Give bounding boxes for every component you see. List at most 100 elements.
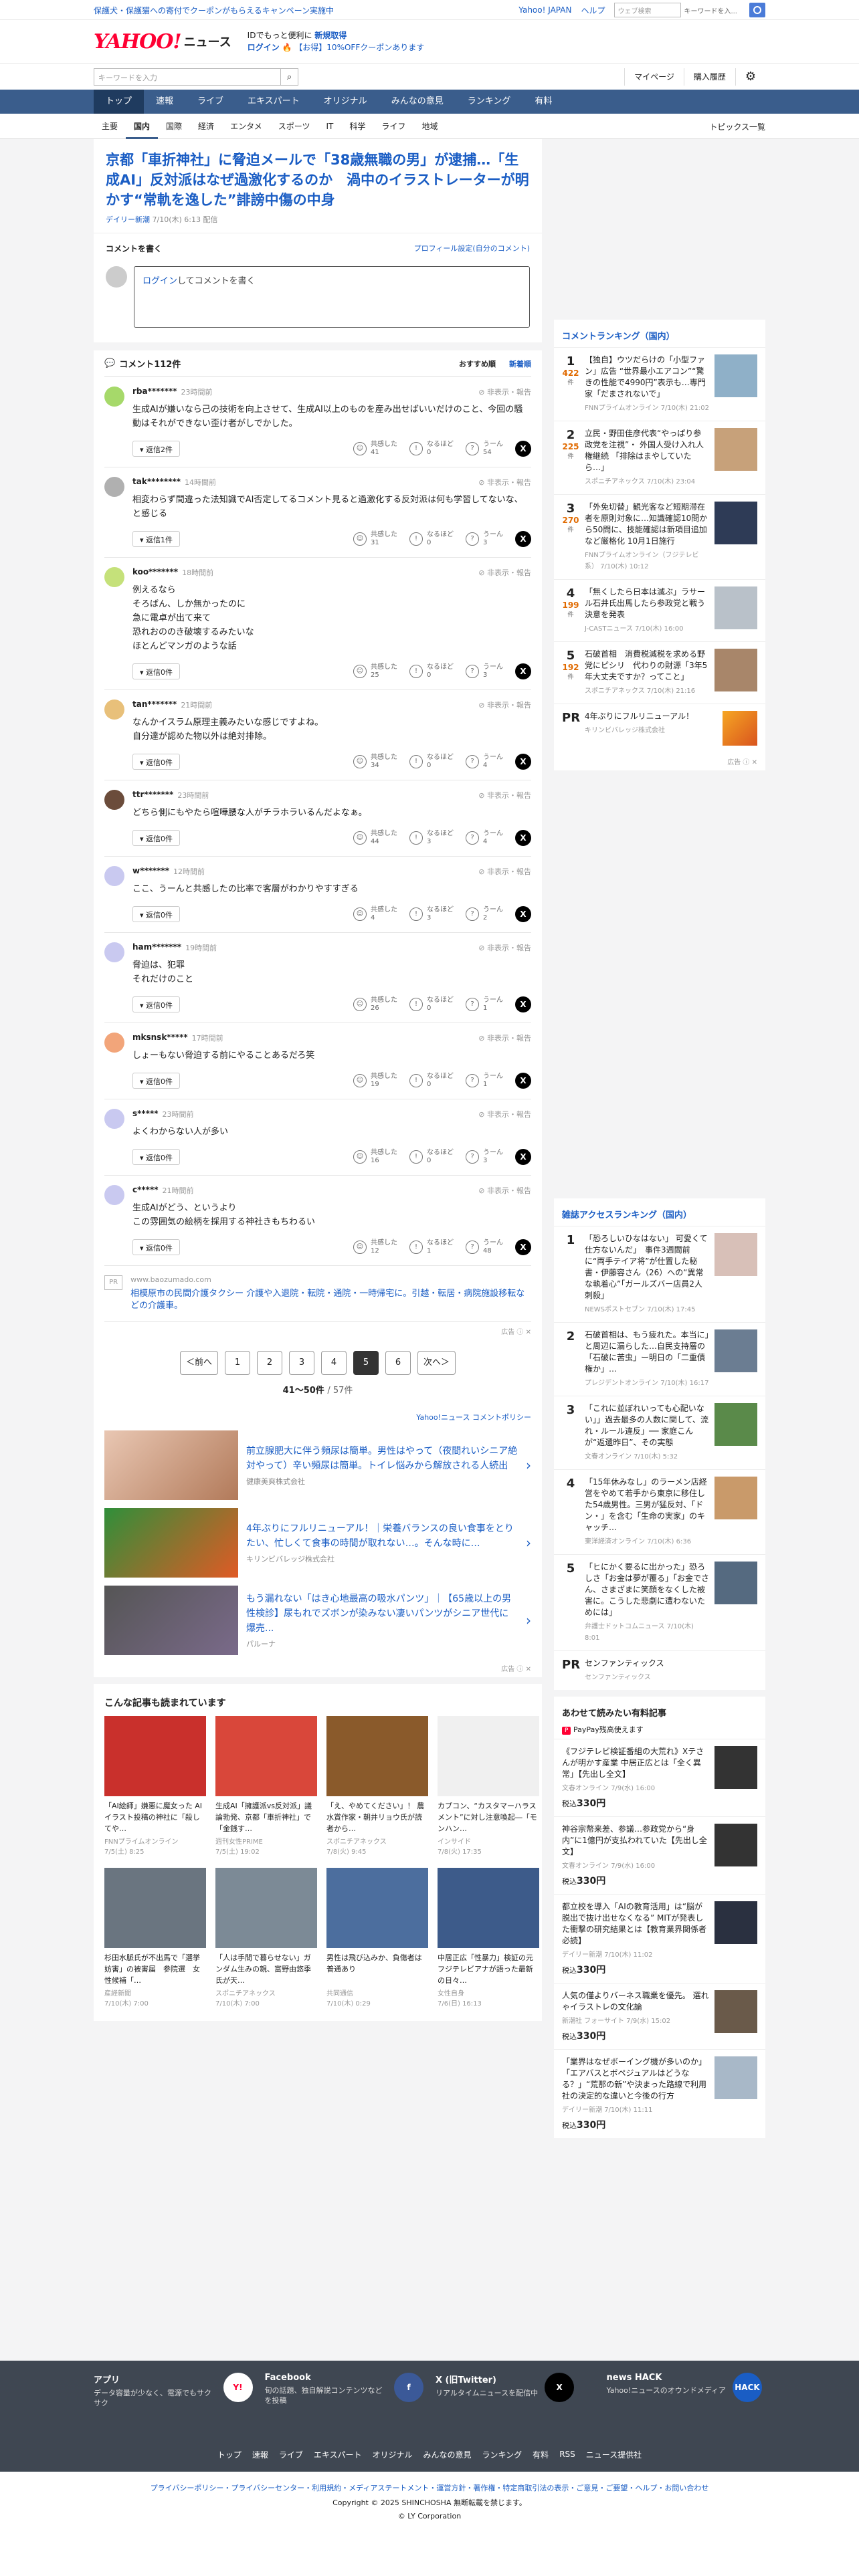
sympathy-button[interactable]: ☺ 共感した 44 [353, 830, 397, 846]
paid-article[interactable]: 「業界はなぜボーイング機が多いのか」「エアバスとボペジュアルはどうなる？」“荒那… [554, 2049, 765, 2138]
sympathy-button[interactable]: ☺ 共感した 41 [353, 441, 397, 457]
hmm-button[interactable]: ? うーん 54 [466, 441, 503, 457]
hmm-button[interactable]: ? うーん 2 [466, 906, 503, 922]
cat-economy[interactable]: 経済 [190, 114, 222, 139]
x-share-icon[interactable]: X [515, 663, 531, 679]
footer-social[interactable]: Facebook 旬の話題、独自解説コンテンツなどを投稿 f [265, 2373, 423, 2408]
nav-original[interactable]: オリジナル [312, 90, 379, 114]
ranking-item[interactable]: 5 192 件石破首相 消費税減税を求める野党にピシリ 代わりの財源「3年5年大丈夫… [554, 641, 765, 704]
sympathy-button[interactable]: ☺ 共感した 25 [353, 663, 397, 679]
comment-user[interactable]: tan******* [132, 700, 177, 710]
ranking-item[interactable]: 4 199 件「無くしたら日本は滅ぶ」ラサール石井氏出馬したら参政党と戦う決意を発表… [554, 579, 765, 641]
related-article[interactable]: 男性は飛び込みか、負傷者は普通あり 共同通信 7/10(木) 0:29 [326, 1868, 428, 2008]
cat-it[interactable]: IT [318, 114, 341, 139]
hmm-button[interactable]: ? うーん 3 [466, 663, 503, 679]
report-link[interactable]: ⊘ 非表示・報告 [478, 1109, 531, 1119]
paid-article[interactable]: 都立校を導入「AIの教育活用」は“脳が脱出で抜け出せなくなる” MITが発表した… [554, 1894, 765, 1983]
hmm-button[interactable]: ? うーん 3 [466, 1149, 503, 1165]
comment-user[interactable]: s***** [132, 1109, 159, 1119]
magazine-ranking-item[interactable]: 5 「ヒにかく要るに出かった」恐ろしさ「お金は夢が覆る」「お金でさん、さまざまに笑… [554, 1554, 765, 1650]
magazine-ranking-item[interactable]: 4 「15年休みなし」のラーメン店経営をやめて若手から東京に移住した54歳男性。三… [554, 1469, 765, 1554]
ad-text[interactable]: 相模原市の民間介護タクシー 介護や入退院・転院・通院・一時帰宅に。引越・転居・病… [130, 1288, 531, 1312]
comment-input[interactable]: ログインしてコメントを書く [134, 266, 530, 328]
reply-button[interactable]: ▾ 返信0件 [132, 996, 181, 1012]
magazine-pr[interactable]: PR センファンティックス センファンティックス [554, 1650, 765, 1690]
reply-button[interactable]: ▾ 返信1件 [132, 531, 181, 547]
ranking-item[interactable]: 3 270 件「外免切替」観光客など短期滞在者を原則対象に…知識確認10問から50問… [554, 494, 765, 579]
sympathy-button[interactable]: ☺ 共感した 31 [353, 531, 397, 547]
footer-link[interactable]: ライブ [279, 2449, 303, 2460]
related-article[interactable]: 杉田水脈氏が不出馬で「選挙妨害」の被害届 参院選 女性候補「… 産経新聞 7/10(… [104, 1868, 206, 2008]
login-link[interactable]: ログイン [248, 43, 280, 52]
topics-list-link[interactable]: トピックス一覧 [709, 121, 765, 132]
next-page-button[interactable]: 次へ＞ [417, 1351, 456, 1375]
comment-user[interactable]: ham******* [132, 942, 181, 953]
x-share-icon[interactable]: X [515, 531, 531, 547]
insight-button[interactable]: ! なるほど 3 [409, 906, 454, 922]
x-share-icon[interactable]: X [515, 441, 531, 457]
footer-social[interactable]: X (旧Twitter) リアルタイムニュースを配信中 X [436, 2373, 595, 2408]
insight-button[interactable]: ! なるほど 0 [409, 441, 454, 457]
paid-article[interactable]: 神谷宗幣来差、参議…参政党から“身内”に1億円が支払われていた【先出し全文】 文春… [554, 1816, 765, 1894]
reply-button[interactable]: ▾ 返信0件 [132, 1149, 181, 1165]
comment-user[interactable]: rba******* [132, 387, 177, 397]
help-link[interactable]: ヘルプ [581, 5, 605, 16]
article-title[interactable]: 京都「車折神社」に脅迫メールで「38歳無職の男」が逮捕…「生成AI」反対派はなぜ… [106, 150, 530, 210]
reply-button[interactable]: ▾ 返信0件 [132, 906, 181, 922]
cat-sports[interactable]: スポーツ [270, 114, 318, 139]
nav-top[interactable]: トップ [94, 90, 145, 114]
related-article[interactable]: 生成AI「擁護派vs反対派」議論勃発、京都「車折神社」で「金銭す… 週刊女性PRI… [215, 1716, 317, 1856]
reply-button[interactable]: ▾ 返信0件 [132, 1073, 181, 1089]
gear-icon[interactable]: ⚙ [735, 68, 765, 86]
hmm-button[interactable]: ? うーん 48 [466, 1239, 503, 1255]
page-1[interactable]: 1 [225, 1351, 250, 1375]
page-6[interactable]: 6 [385, 1351, 411, 1375]
paid-article[interactable]: 《フジテレビ検証番組の大荒れ》Xテさんが明かす産業 中居正広とは「全く異常」【先… [554, 1739, 765, 1816]
footer-link[interactable]: 有料 [533, 2449, 549, 2460]
footer-link[interactable]: ランキング [482, 2449, 522, 2460]
footer-link[interactable]: トップ [217, 2449, 242, 2460]
report-link[interactable]: ⊘ 非表示・報告 [478, 866, 531, 877]
hmm-button[interactable]: ? うーん 3 [466, 531, 503, 547]
ranking-item[interactable]: 1 422 件【独自】ウツだらけの「小型ファン」広告 “世界最小エアコン”“驚きの性… [554, 347, 765, 421]
report-link[interactable]: ⊘ 非表示・報告 [478, 942, 531, 953]
x-share-icon[interactable]: X [515, 1239, 531, 1255]
sympathy-button[interactable]: ☺ 共感した 16 [353, 1149, 397, 1165]
x-share-icon[interactable]: X [515, 906, 531, 922]
nav-opinion[interactable]: みんなの意見 [379, 90, 456, 114]
reply-button[interactable]: ▾ 返信0件 [132, 663, 181, 679]
cat-entertainment[interactable]: エンタメ [222, 114, 270, 139]
page-5[interactable]: 5 [353, 1351, 379, 1375]
page-3[interactable]: 3 [289, 1351, 314, 1375]
footer-link[interactable]: エキスパート [314, 2449, 362, 2460]
page-2[interactable]: 2 [257, 1351, 282, 1375]
sympathy-button[interactable]: ☺ 共感した 34 [353, 754, 397, 770]
purchase-history-link[interactable]: 購入履歴 [683, 68, 735, 86]
sympathy-button[interactable]: ☺ 共感した 4 [353, 906, 397, 922]
footer-social[interactable]: news HACK Yahoo!ニュースのオウンドメディア HACK [607, 2373, 766, 2408]
yahoo-japan-link[interactable]: Yahoo! JAPAN [518, 5, 571, 15]
coupon-link[interactable]: 【お得】10%OFFクーポンあります [294, 43, 424, 52]
magazine-ranking-item[interactable]: 3 「これに並ぼれいっても心配いない」」過去最多の人数に関して、流れ・ルール違反」… [554, 1396, 765, 1469]
comment-user[interactable]: koo******* [132, 567, 178, 578]
related-article[interactable]: 「人は手間で暮らせない」ガンダム生みの親、富野由悠季氏が天… スポニチアネックス 7… [215, 1868, 317, 2008]
related-article[interactable]: カプコン、“カスタマーハラスメント”に対し注意喚起―「モンハン… インサイド 7/8… [438, 1716, 539, 1856]
report-link[interactable]: ⊘ 非表示・報告 [478, 477, 531, 488]
x-share-icon[interactable]: X [515, 830, 531, 846]
hmm-button[interactable]: ? うーん 4 [466, 830, 503, 846]
sympathy-button[interactable]: ☺ 共感した 12 [353, 1239, 397, 1255]
legal-links[interactable]: プライバシーポリシー・プライバシーセンター・利用規約・メディアステートメント・運… [0, 2482, 859, 2493]
yahoo-logo[interactable]: YAHOO! [94, 30, 182, 53]
sympathy-button[interactable]: ☺ 共感した 19 [353, 1073, 397, 1089]
sponsored-ad[interactable]: 4年ぶりにフルリニューアル！｜栄養バランスの良い食事をとりたい、忙しくて食事の時… [94, 1504, 542, 1582]
sponsored-ad[interactable]: 前立腺肥大に伴う頻尿は簡単。男性はやって（夜間れいシニア絶対やって）辛い頻尿は簡… [94, 1426, 542, 1504]
report-link[interactable]: ⊘ 非表示・報告 [478, 790, 531, 800]
sympathy-button[interactable]: ☺ 共感した 26 [353, 996, 397, 1012]
nav-breaking[interactable]: 速報 [144, 90, 185, 114]
insight-button[interactable]: ! なるほど 3 [409, 830, 454, 846]
reply-button[interactable]: ▾ 返信2件 [132, 441, 181, 457]
nav-ranking[interactable]: ランキング [456, 90, 523, 114]
signup-link[interactable]: 新規取得 [314, 31, 347, 40]
reply-button[interactable]: ▾ 返信0件 [132, 1239, 181, 1255]
comment-user[interactable]: mksnsk***** [132, 1033, 188, 1043]
